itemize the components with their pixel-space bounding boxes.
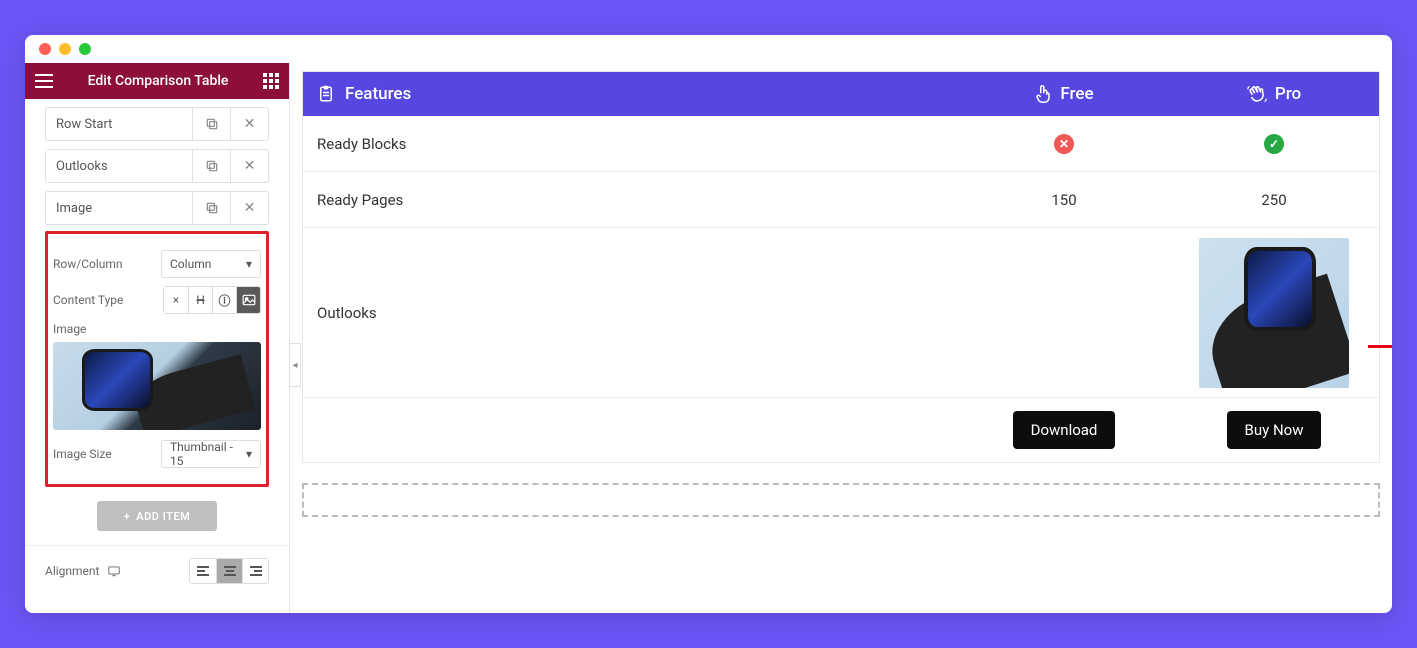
td-feature: Ready Blocks	[303, 135, 959, 153]
th-features: Features	[303, 84, 959, 104]
align-left-button[interactable]	[190, 559, 216, 583]
align-right-button[interactable]	[242, 559, 268, 583]
th-pro-label: Pro	[1275, 84, 1301, 104]
chevron-down-icon: ▾	[246, 447, 252, 461]
annotation-arrow	[1368, 339, 1392, 353]
content-type-image[interactable]	[236, 287, 260, 313]
td-pro-outlook	[1169, 238, 1379, 388]
table-header: Features Free Pro	[303, 72, 1379, 116]
close-icon[interactable]: ✕	[230, 108, 268, 140]
collapse-sidebar-handle[interactable]: ◂	[289, 343, 301, 387]
sidebar-footer: Alignment	[25, 545, 289, 596]
drop-zone[interactable]	[302, 483, 1380, 517]
row-item-outlooks[interactable]: Outlooks ✕	[45, 149, 269, 183]
row-item-label: Outlooks	[46, 159, 192, 174]
window-maximize-dot[interactable]	[79, 43, 91, 55]
row-item-row-start[interactable]: Row Start ✕	[45, 107, 269, 141]
image-size-select[interactable]: Thumbnail - 15 ▾	[161, 440, 261, 468]
content-type-info[interactable]: ⓘ	[212, 287, 236, 313]
image-size-label: Image Size	[53, 447, 112, 461]
alignment-label: Alignment	[45, 564, 99, 578]
status-ok-icon: ✓	[1264, 134, 1284, 154]
td-free-value: 150	[959, 191, 1169, 209]
td-pro-value: 250	[1169, 191, 1379, 209]
highlighted-settings: Row/Column Column ▾ Content Type × H ⓘ	[45, 231, 269, 487]
close-icon[interactable]: ✕	[230, 192, 268, 224]
app-window: Edit Comparison Table Row Start ✕ Outloo…	[25, 35, 1392, 613]
th-free: Free	[959, 84, 1169, 104]
table-row-actions: Download Buy Now	[303, 398, 1379, 462]
preview-area: ◂ Features Free	[290, 63, 1392, 613]
editor-sidebar: Edit Comparison Table Row Start ✕ Outloo…	[25, 63, 290, 613]
image-preview[interactable]	[53, 342, 261, 430]
desktop-icon	[107, 565, 121, 577]
buy-now-button[interactable]: Buy Now	[1227, 411, 1322, 449]
table-row: Ready Blocks ✕ ✓	[303, 116, 1379, 172]
content-type-none[interactable]: ×	[164, 287, 188, 313]
td-feature: Ready Pages	[303, 191, 959, 209]
image-size-value: Thumbnail - 15	[170, 440, 246, 468]
th-free-label: Free	[1060, 84, 1093, 104]
align-center-button[interactable]	[216, 559, 242, 583]
window-close-dot[interactable]	[39, 43, 51, 55]
row-column-value: Column	[170, 257, 211, 271]
close-icon[interactable]: ✕	[230, 150, 268, 182]
image-label: Image	[53, 322, 261, 336]
row-item-image[interactable]: Image ✕	[45, 191, 269, 225]
sidebar-header: Edit Comparison Table	[25, 63, 289, 99]
add-item-button[interactable]: + ADD ITEM	[97, 501, 217, 531]
duplicate-icon[interactable]	[192, 108, 230, 140]
plus-icon: +	[124, 510, 131, 523]
td-feature: Outlooks	[303, 304, 959, 322]
table-row: Ready Pages 150 250	[303, 172, 1379, 228]
hand-wave-icon	[1247, 84, 1267, 104]
th-pro: Pro	[1169, 84, 1379, 104]
duplicate-icon[interactable]	[192, 192, 230, 224]
status-no-icon: ✕	[1054, 134, 1074, 154]
th-features-label: Features	[345, 84, 411, 104]
alignment-group	[189, 558, 269, 584]
row-column-select[interactable]: Column ▾	[161, 250, 261, 278]
sidebar-title: Edit Comparison Table	[88, 73, 229, 89]
window-minimize-dot[interactable]	[59, 43, 71, 55]
product-image	[1199, 238, 1349, 388]
apps-grid-icon[interactable]	[263, 73, 279, 89]
td-pro: ✓	[1169, 134, 1379, 154]
row-item-label: Image	[46, 201, 192, 216]
content-type-text[interactable]: H	[188, 287, 212, 313]
hand-pointing-icon	[1034, 84, 1052, 104]
clipboard-icon	[317, 84, 335, 104]
add-item-label: ADD ITEM	[136, 510, 190, 523]
td-free: ✕	[959, 134, 1169, 154]
row-item-label: Row Start	[46, 117, 192, 132]
duplicate-icon[interactable]	[192, 150, 230, 182]
titlebar	[25, 35, 1392, 63]
download-button[interactable]: Download	[1013, 411, 1116, 449]
comparison-table: Features Free Pro	[302, 71, 1380, 463]
menu-icon[interactable]	[35, 74, 53, 88]
content-type-label: Content Type	[53, 293, 123, 307]
table-row-outlooks: Outlooks	[303, 228, 1379, 398]
content-type-segmented: × H ⓘ	[163, 286, 261, 314]
chevron-down-icon: ▾	[246, 257, 252, 271]
row-column-label: Row/Column	[53, 257, 123, 271]
